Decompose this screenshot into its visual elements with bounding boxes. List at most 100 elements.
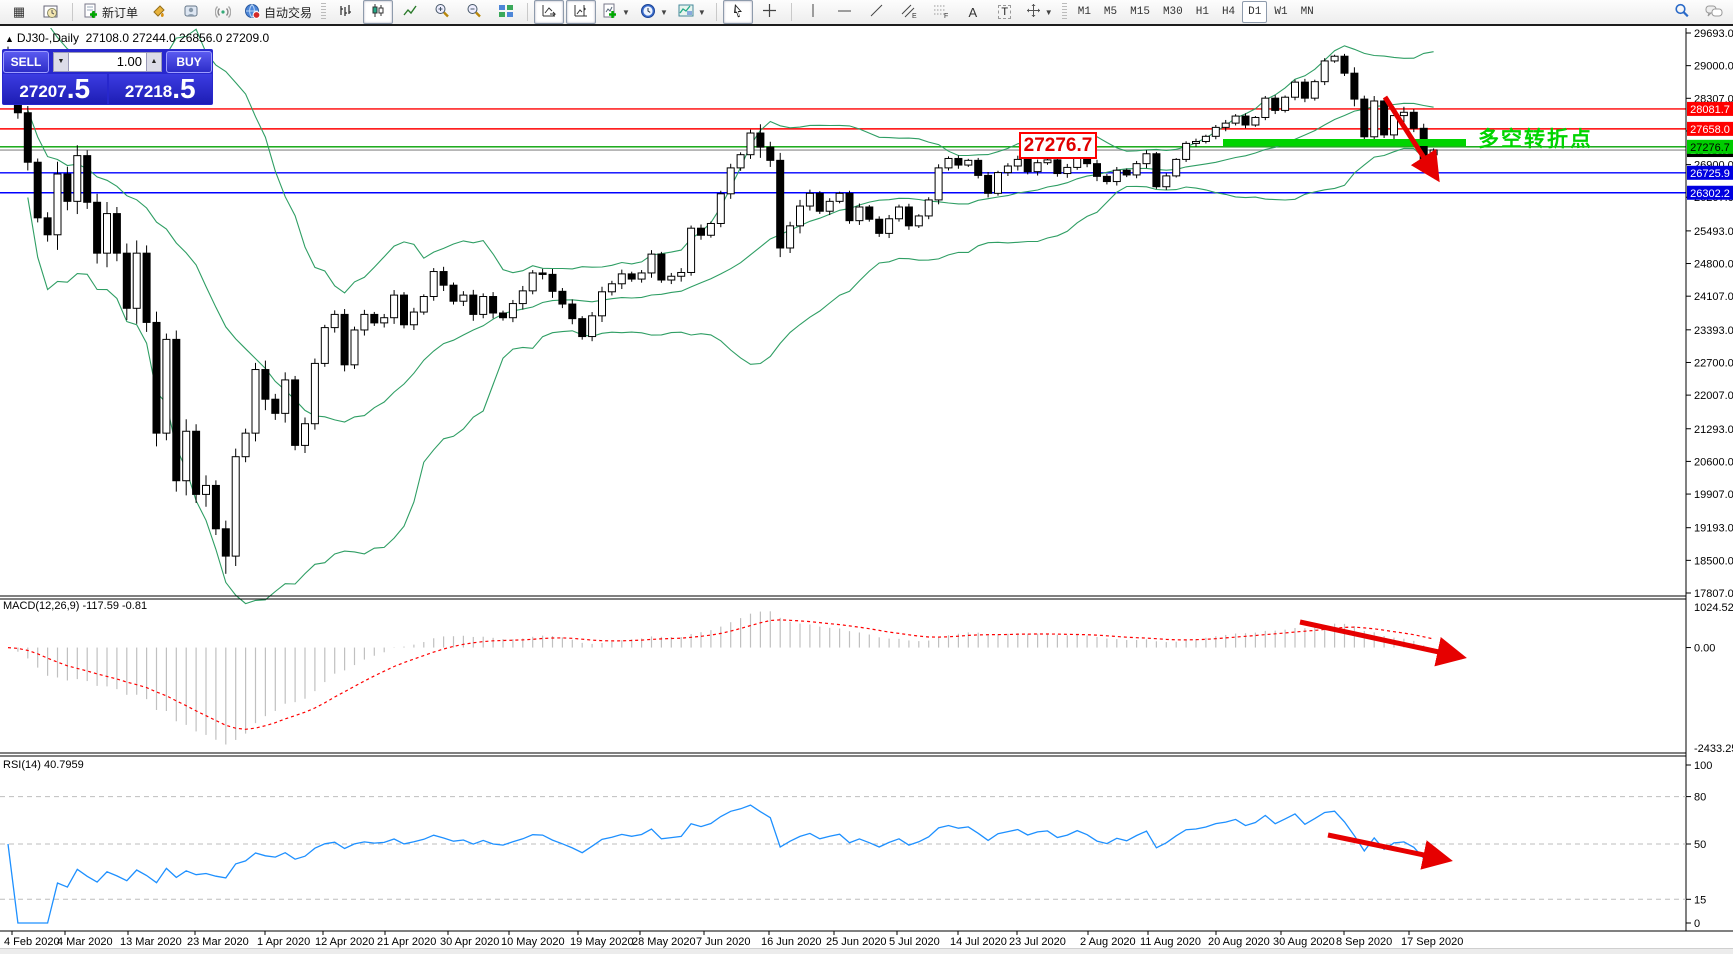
crosshair-button[interactable] — [755, 0, 785, 24]
svg-text:25 Jun 2020: 25 Jun 2020 — [826, 936, 887, 948]
svg-text:1 Apr 2020: 1 Apr 2020 — [257, 936, 310, 948]
sell-button[interactable]: SELL — [3, 51, 49, 73]
timeframe-m30[interactable]: M30 — [1157, 1, 1189, 23]
timeframe-h4[interactable]: H4 — [1216, 1, 1241, 23]
styler-button[interactable] — [144, 0, 174, 24]
svg-text:19907.0: 19907.0 — [1694, 489, 1733, 501]
market-watch-clock-icon — [43, 3, 59, 22]
volume-decrease-button[interactable]: ▼ — [53, 52, 69, 72]
svg-text:26725.9: 26725.9 — [1690, 168, 1730, 180]
svg-text:13 Mar 2020: 13 Mar 2020 — [120, 936, 182, 948]
timeframe-w1[interactable]: W1 — [1268, 1, 1293, 23]
svg-text:27276.7: 27276.7 — [1690, 142, 1730, 154]
svg-text:5 Jul 2020: 5 Jul 2020 — [889, 936, 940, 948]
svg-text:27658.0: 27658.0 — [1690, 124, 1730, 136]
window-bottom-edge — [0, 948, 1733, 954]
volume-input[interactable]: 1.00 — [69, 52, 146, 72]
svg-text:30 Aug 2020: 30 Aug 2020 — [1273, 936, 1335, 948]
zoom-out-icon — [466, 3, 482, 22]
text-tool-icon: A — [968, 5, 977, 20]
indicators-button[interactable]: ▼ — [598, 0, 634, 24]
templates-button[interactable]: ▼ — [674, 0, 710, 24]
search-icon — [1674, 3, 1690, 22]
trendline-icon — [869, 3, 884, 21]
buy-price-pips: .5 — [172, 76, 195, 102]
auto-scroll-icon — [541, 3, 557, 21]
cursor-icon — [731, 3, 745, 21]
candlestick-chart-button[interactable] — [363, 0, 393, 24]
buy-price[interactable]: 27218.5 — [109, 74, 213, 104]
svg-text:0: 0 — [1694, 918, 1700, 930]
trendline-button[interactable] — [862, 0, 892, 24]
svg-text:100: 100 — [1694, 760, 1712, 772]
timeframe-bar: M1M5M15M30H1H4D1W1MN — [1072, 1, 1320, 23]
svg-text:23 Jul 2020: 23 Jul 2020 — [1009, 936, 1066, 948]
indicators-caret-icon: ▼ — [622, 8, 630, 17]
horizontal-line-icon — [837, 3, 852, 21]
svg-text:26302.2: 26302.2 — [1690, 188, 1730, 200]
one-click-trading-panel: SELL ▼ 1.00 ▲ BUY 27207.5 27218.5 — [2, 49, 213, 105]
equidistant-channel-button[interactable]: E — [894, 0, 924, 24]
horizontal-line-button[interactable] — [830, 0, 860, 24]
macd-indicator-label: MACD(12,26,9) -117.59 -0.81 — [3, 600, 147, 612]
mt4-window: { "toolbar": { "new_order_label": "新订单",… — [0, 0, 1733, 954]
new-order-button[interactable]: 新订单 — [79, 0, 142, 24]
zoom-out-button[interactable] — [459, 0, 489, 24]
periods-button[interactable]: ▼ — [636, 0, 672, 24]
svg-text:19 May 2020: 19 May 2020 — [570, 936, 634, 948]
search-button[interactable] — [1667, 0, 1697, 24]
shapes-button[interactable]: ▼ — [1022, 0, 1057, 24]
symbol-marker-icon: ▲ — [5, 34, 14, 44]
timeframe-mn[interactable]: MN — [1295, 1, 1320, 23]
svg-text:E: E — [912, 13, 917, 19]
signal-icon — [215, 3, 231, 22]
chart-symbol-period: DJ30-,Daily — [17, 31, 79, 45]
price-callout-box[interactable]: 27276.7 — [1019, 132, 1097, 159]
fibonacci-button[interactable]: F — [926, 0, 956, 24]
sell-price[interactable]: 27207.5 — [3, 74, 107, 104]
timeframe-m15[interactable]: M15 — [1124, 1, 1156, 23]
tile-windows-icon — [498, 3, 514, 22]
svg-text:8 Sep 2020: 8 Sep 2020 — [1336, 936, 1392, 948]
bar-chart-icon — [339, 3, 354, 21]
turning-point-annotation[interactable]: 多空转折点 — [1478, 123, 1593, 153]
chart-canvas[interactable]: 29693.029000.028307.027614.026900.026207… — [0, 28, 1733, 954]
bar-chart-button[interactable] — [331, 0, 361, 24]
window-list-button[interactable]: ▦ — [4, 0, 34, 24]
auto-scroll-button[interactable] — [534, 0, 564, 24]
zoom-in-button[interactable] — [427, 0, 457, 24]
profile-button[interactable] — [176, 0, 206, 24]
chart-shift-button[interactable] — [566, 0, 596, 24]
auto-trading-button[interactable]: 自动交易 — [240, 0, 316, 24]
svg-text:18500.0: 18500.0 — [1694, 555, 1733, 567]
svg-text:29000.0: 29000.0 — [1694, 61, 1733, 73]
buy-price-main: 27218 — [125, 82, 172, 102]
auto-trading-globe-icon — [244, 3, 261, 22]
profile-icon — [183, 3, 199, 22]
sell-price-main: 27207 — [19, 82, 66, 102]
market-watch-button[interactable] — [36, 0, 66, 24]
timeframe-d1[interactable]: D1 — [1242, 1, 1267, 23]
timeframe-m5[interactable]: M5 — [1098, 1, 1123, 23]
cursor-button[interactable] — [723, 0, 753, 24]
svg-text:17 Sep 2020: 17 Sep 2020 — [1401, 936, 1463, 948]
buy-button[interactable]: BUY — [166, 51, 212, 73]
line-chart-button[interactable] — [395, 0, 425, 24]
svg-text:16 Jun 2020: 16 Jun 2020 — [761, 936, 822, 948]
tile-windows-button[interactable] — [491, 0, 521, 24]
vertical-line-button[interactable] — [798, 0, 828, 24]
channel-icon: E — [900, 3, 917, 22]
periods-caret-icon: ▼ — [660, 8, 668, 17]
svg-text:28 May 2020: 28 May 2020 — [632, 936, 696, 948]
svg-text:F: F — [944, 13, 948, 19]
chat-button[interactable] — [1699, 0, 1729, 24]
svg-text:14 Jul 2020: 14 Jul 2020 — [950, 936, 1007, 948]
timeframe-h1[interactable]: H1 — [1190, 1, 1215, 23]
signals-button[interactable] — [208, 0, 238, 24]
svg-text:29693.0: 29693.0 — [1694, 28, 1733, 40]
svg-text:10 May 2020: 10 May 2020 — [501, 936, 565, 948]
text-tool-button[interactable]: A — [958, 0, 988, 24]
timeframe-m1[interactable]: M1 — [1072, 1, 1097, 23]
label-tool-button[interactable]: T — [990, 0, 1020, 24]
volume-increase-button[interactable]: ▲ — [146, 52, 162, 72]
